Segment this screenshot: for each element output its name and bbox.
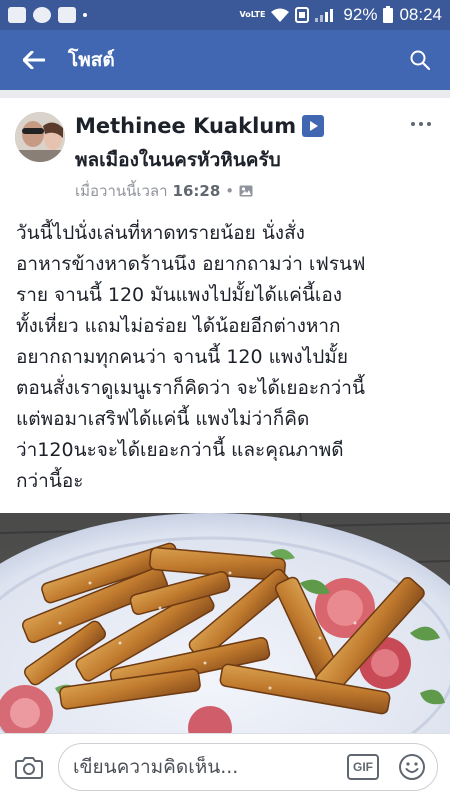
smiley-icon [399,754,425,780]
post-text-line: กว่านี้อะ [16,470,84,492]
photo-audience-icon [239,185,253,197]
post-body: วันนี้ไปนั่งเล่นที่หาดทรายน้อย นั่งสั่ง … [16,218,442,497]
separator-dot: • [225,182,235,200]
comment-input-wrapper: GIF [58,743,438,791]
comment-input[interactable] [73,756,347,778]
more-horizontal-icon [411,122,415,126]
more-notifications-icon [83,13,87,17]
app-bar: โพสต์ [0,30,450,90]
post-text-line: ราย จานนี้ 120 มันแพงไปมั้ยได้แค่นี้เอง [16,284,343,306]
battery-icon [383,6,394,23]
avatar[interactable] [15,112,65,162]
camera-icon [15,757,43,779]
post-text-line: ว่า120นะจะได้เยอะกว่านี้ และคุณภาพดี [16,439,344,461]
more-options-button[interactable] [406,114,436,134]
post-time[interactable]: 16:28 [173,182,221,200]
more-dot [427,122,431,126]
wifi-icon [271,8,290,22]
search-icon [410,50,430,70]
group-name[interactable]: พลเมืองในนครหัวหินครับ [75,145,281,175]
nfc-icon [295,7,310,23]
post-text-line: อยากถามทุกคนว่า จานนี้ 120 แพงไปมั้ย [16,346,348,368]
battery-percent: 92% [343,5,378,24]
arrow-left-icon [23,51,45,69]
post-text-line: ทั้งเหี่ยว แถมไม่อร่อย ได้น้อยอีกต่างหาก [16,315,341,337]
facebook-notification-icon [58,7,76,23]
comment-bar: GIF [0,733,450,800]
post-photo[interactable] [0,513,450,733]
arrow-right-icon [302,115,325,137]
post-time-prefix: เมื่อวานนี้เวลา [75,182,168,200]
post-header: Methinee Kuaklum พลเมืองในนครหัวหินครับ … [0,98,450,203]
search-button[interactable] [390,30,450,90]
post-text-line: วันนี้ไปนั่งเล่นที่หาดทรายน้อย นั่งสั่ง [16,222,305,244]
more-dot [419,122,423,126]
profile-photo [15,112,65,162]
messenger-notification-icon [8,7,26,23]
post-meta: เมื่อวานนี้เวลา 16:28 • [75,179,253,203]
author-name[interactable]: Methinee Kuaklum [75,114,325,138]
volte-indicator: VoLTE [239,10,266,19]
line-notification-icon [33,7,51,23]
system-icons: VoLTE 92% 08:24 [239,5,442,25]
page-title: โพสต์ [68,49,115,71]
post-text-line: อาหารข้างหาดร้านนึง อยากถามว่า เฟรนฟ [16,253,366,275]
post-text-line: ตอนสั่งเราดูเมนูเราก็คิดว่า จะได้เยอะกว่… [16,377,365,399]
author-name-text: Methinee Kuaklum [75,114,297,138]
feed-divider [0,90,450,98]
status-bar: VoLTE 92% 08:24 [0,0,450,30]
gif-button[interactable]: GIF [347,754,379,780]
back-button[interactable] [0,30,68,90]
post-text-line: แต่พอมาเสริฟได้แค่นี้ แพงไม่ว่าก็คิด [16,408,310,430]
clock: 08:24 [399,5,442,24]
fries-plate-image [0,513,450,733]
camera-button[interactable] [0,737,58,797]
signal-icon [315,9,334,22]
emoji-button[interactable] [397,752,427,782]
notification-icons [8,7,87,23]
